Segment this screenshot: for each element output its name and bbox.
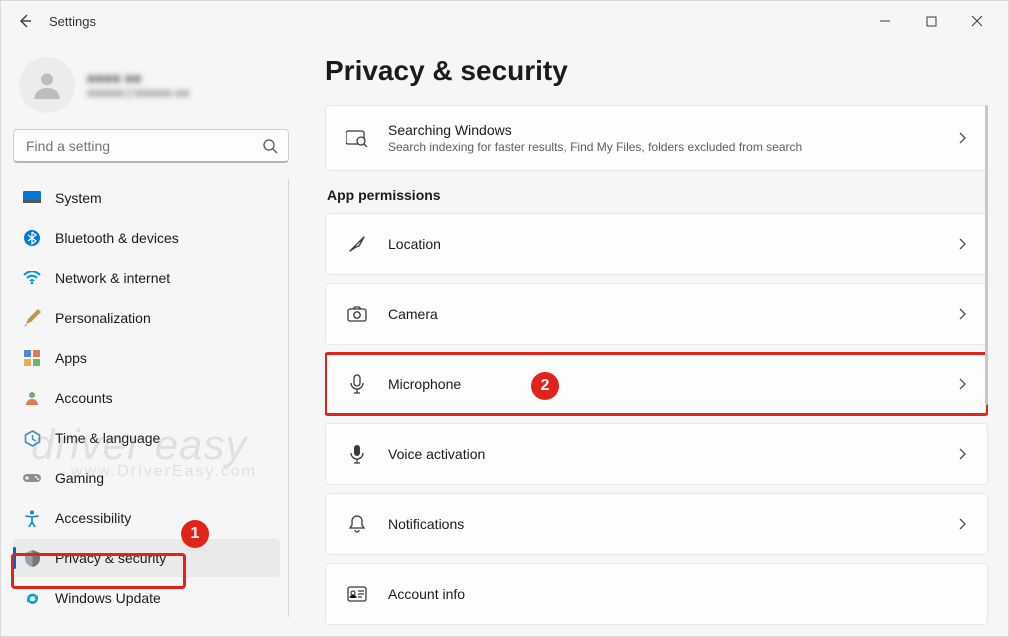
title-bar: Settings: [1, 1, 1008, 41]
chevron-right-icon: [957, 517, 967, 531]
close-icon: [971, 15, 983, 27]
minimize-icon: [879, 15, 891, 27]
sidebar-item-windows-update[interactable]: Windows Update: [13, 579, 280, 617]
card-title: Voice activation: [388, 446, 937, 462]
gaming-icon: [23, 469, 41, 487]
chevron-right-icon: [957, 131, 967, 145]
sidebar-item-label: System: [55, 190, 102, 206]
sidebar-item-personalization[interactable]: Personalization: [13, 299, 280, 337]
card-title: Location: [388, 236, 937, 252]
sidebar-item-label: Apps: [55, 350, 87, 366]
chevron-right-icon: [957, 447, 967, 461]
sidebar-item-label: Network & internet: [55, 270, 170, 286]
chevron-right-icon: [957, 237, 967, 251]
search-windows-icon: [346, 129, 368, 147]
location-icon: [346, 234, 368, 254]
microphone-icon: [346, 374, 368, 394]
sidebar-item-gaming[interactable]: Gaming: [13, 459, 280, 497]
sidebar-item-network[interactable]: Network & internet: [13, 259, 280, 297]
minimize-button[interactable]: [862, 5, 908, 37]
avatar: [19, 57, 75, 113]
voice-icon: [346, 444, 368, 464]
maximize-button[interactable]: [908, 5, 954, 37]
profile-block[interactable]: ■■■■ ■■ ■■■■■@■■■■■.■■: [13, 49, 289, 129]
card-subtitle: Search indexing for faster results, Find…: [388, 140, 937, 154]
sidebar-item-label: Gaming: [55, 470, 104, 486]
card-notifications[interactable]: Notifications: [325, 493, 988, 555]
card-microphone[interactable]: Microphone 2: [325, 353, 988, 415]
search-icon: [262, 138, 278, 154]
window-controls: [862, 5, 1000, 37]
search-box[interactable]: [13, 129, 289, 163]
accounts-icon: [23, 389, 41, 407]
card-searching-windows[interactable]: Searching Windows Search indexing for fa…: [325, 105, 988, 171]
page-title: Privacy & security: [325, 55, 988, 87]
maximize-icon: [926, 16, 937, 27]
person-icon: [30, 68, 64, 102]
arrow-left-icon: [17, 13, 33, 29]
card-title: Account info: [388, 586, 967, 602]
back-button[interactable]: [9, 5, 41, 37]
account-info-icon: [346, 586, 368, 602]
sidebar-item-label: Personalization: [55, 310, 151, 326]
bluetooth-icon: [23, 229, 41, 247]
brush-icon: [23, 309, 41, 327]
card-location[interactable]: Location: [325, 213, 988, 275]
sidebar-item-label: Privacy & security: [55, 550, 166, 566]
sidebar-item-label: Bluetooth & devices: [55, 230, 179, 246]
camera-icon: [346, 306, 368, 322]
shield-icon: [23, 549, 41, 567]
profile-email: ■■■■■@■■■■■.■■: [87, 86, 190, 100]
sidebar: ■■■■ ■■ ■■■■■@■■■■■.■■ System Bluetooth …: [1, 41, 301, 636]
bell-icon: [346, 514, 368, 534]
wifi-icon: [23, 269, 41, 287]
sidebar-item-time-language[interactable]: Time & language: [13, 419, 280, 457]
chevron-right-icon: [957, 307, 967, 321]
card-account-info[interactable]: Account info: [325, 563, 988, 625]
sidebar-item-privacy-security[interactable]: Privacy & security: [13, 539, 280, 577]
card-title: Camera: [388, 306, 937, 322]
profile-text: ■■■■ ■■ ■■■■■@■■■■■.■■: [87, 70, 190, 100]
apps-icon: [23, 349, 41, 367]
sidebar-item-bluetooth[interactable]: Bluetooth & devices: [13, 219, 280, 257]
content-area: Privacy & security Searching Windows Sea…: [301, 41, 1008, 636]
app-permissions-header: App permissions: [327, 187, 988, 203]
clock-icon: [23, 429, 41, 447]
close-button[interactable]: [954, 5, 1000, 37]
sidebar-item-label: Accounts: [55, 390, 113, 406]
card-title: Notifications: [388, 516, 937, 532]
card-title: Searching Windows: [388, 122, 937, 138]
vertical-scrollbar[interactable]: [985, 105, 988, 405]
sidebar-item-system[interactable]: System: [13, 179, 280, 217]
sidebar-item-apps[interactable]: Apps: [13, 339, 280, 377]
sidebar-item-label: Windows Update: [55, 590, 161, 606]
card-camera[interactable]: Camera: [325, 283, 988, 345]
sidebar-item-accessibility[interactable]: Accessibility: [13, 499, 280, 537]
system-icon: [23, 189, 41, 207]
profile-name: ■■■■ ■■: [87, 70, 190, 86]
chevron-right-icon: [957, 377, 967, 391]
search-input[interactable]: [24, 137, 262, 155]
sidebar-item-label: Time & language: [55, 430, 160, 446]
card-voice-activation[interactable]: Voice activation: [325, 423, 988, 485]
sidebar-item-label: Accessibility: [55, 510, 131, 526]
sidebar-nav: System Bluetooth & devices Network & int…: [13, 179, 289, 617]
accessibility-icon: [23, 509, 41, 527]
window-title: Settings: [49, 14, 96, 29]
card-title: Microphone: [388, 376, 937, 392]
sidebar-item-accounts[interactable]: Accounts: [13, 379, 280, 417]
update-icon: [23, 589, 41, 607]
